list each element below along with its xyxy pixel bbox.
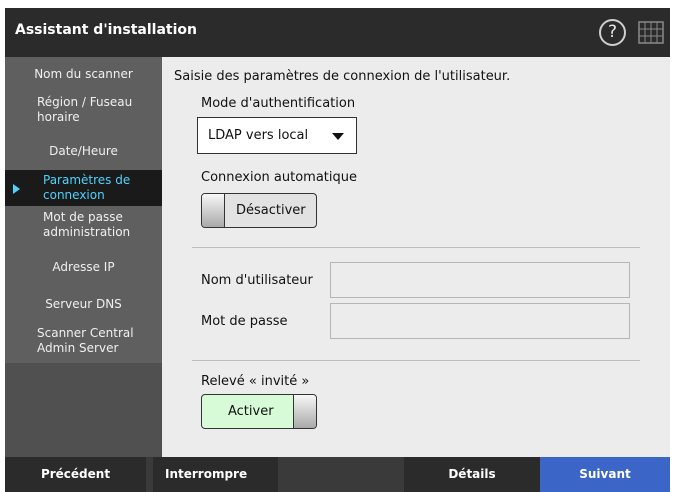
sidebar-item-ip-address[interactable]: Adresse IP <box>5 260 162 275</box>
auth-mode-value: LDAP vers local <box>208 128 309 143</box>
sidebar-item-region-timezone[interactable]: Région / Fuseau horaire <box>5 95 162 125</box>
abort-button[interactable]: Interrompre <box>153 457 278 492</box>
sidebar-item-central-admin[interactable]: Scanner Central Admin Server <box>5 326 162 356</box>
auto-login-toggle-label: Désactiver <box>236 203 306 218</box>
separator <box>146 457 153 492</box>
password-field[interactable] <box>330 303 630 339</box>
window-title: Assistant d'installation <box>15 22 197 38</box>
divider <box>192 247 640 248</box>
sidebar-item-login-settings[interactable]: Paramètres de connexion <box>5 170 162 206</box>
auto-login-toggle[interactable]: Désactiver <box>201 193 317 228</box>
bottom-bar: Précédent Interrompre Détails Suivant <box>5 457 670 492</box>
sidebar-item-label: Scanner Central Admin Server <box>37 326 134 355</box>
sidebar-item-label: Région / Fuseau horaire <box>37 95 133 124</box>
next-button[interactable]: Suivant <box>540 457 670 492</box>
sidebar-item-scanner-name[interactable]: Nom du scanner <box>5 67 162 82</box>
toggle-knob <box>202 194 225 227</box>
empty-button-slot <box>278 457 404 492</box>
divider <box>192 360 640 361</box>
keyboard-icon[interactable] <box>638 21 664 44</box>
sidebar-item-label: Mot de passe administration <box>43 210 131 239</box>
sidebar-empty-area <box>5 363 162 457</box>
guest-toggle-label: Activer <box>228 404 274 419</box>
password-label: Mot de passe <box>201 314 288 329</box>
active-arrow-icon <box>13 184 20 194</box>
guest-label: Relevé « invité » <box>201 374 310 389</box>
sidebar-item-date-time[interactable]: Date/Heure <box>5 144 162 159</box>
sidebar-item-label: Paramètres de connexion <box>43 173 131 202</box>
chevron-down-icon <box>332 133 344 140</box>
toggle-knob <box>293 395 316 428</box>
sidebar-item-admin-password[interactable]: Mot de passe administration <box>5 210 162 240</box>
sidebar: Nom du scanner Région / Fuseau horaire D… <box>5 57 162 457</box>
title-bar: Assistant d'installation ? <box>5 8 670 57</box>
guest-toggle[interactable]: Activer <box>201 394 317 429</box>
username-field[interactable] <box>330 262 630 298</box>
help-icon[interactable]: ? <box>599 19 626 46</box>
auth-mode-select[interactable]: LDAP vers local <box>197 117 357 154</box>
intro-text: Saisie des paramètres de connexion de l'… <box>174 69 511 84</box>
previous-button[interactable]: Précédent <box>5 457 146 492</box>
settings-panel: Saisie des paramètres de connexion de l'… <box>162 57 670 457</box>
sidebar-item-dns-server[interactable]: Serveur DNS <box>5 297 162 312</box>
auto-login-label: Connexion automatique <box>201 170 357 185</box>
auth-mode-label: Mode d'authentification <box>201 96 356 111</box>
username-label: Nom d'utilisateur <box>201 273 313 288</box>
details-button[interactable]: Détails <box>404 457 540 492</box>
